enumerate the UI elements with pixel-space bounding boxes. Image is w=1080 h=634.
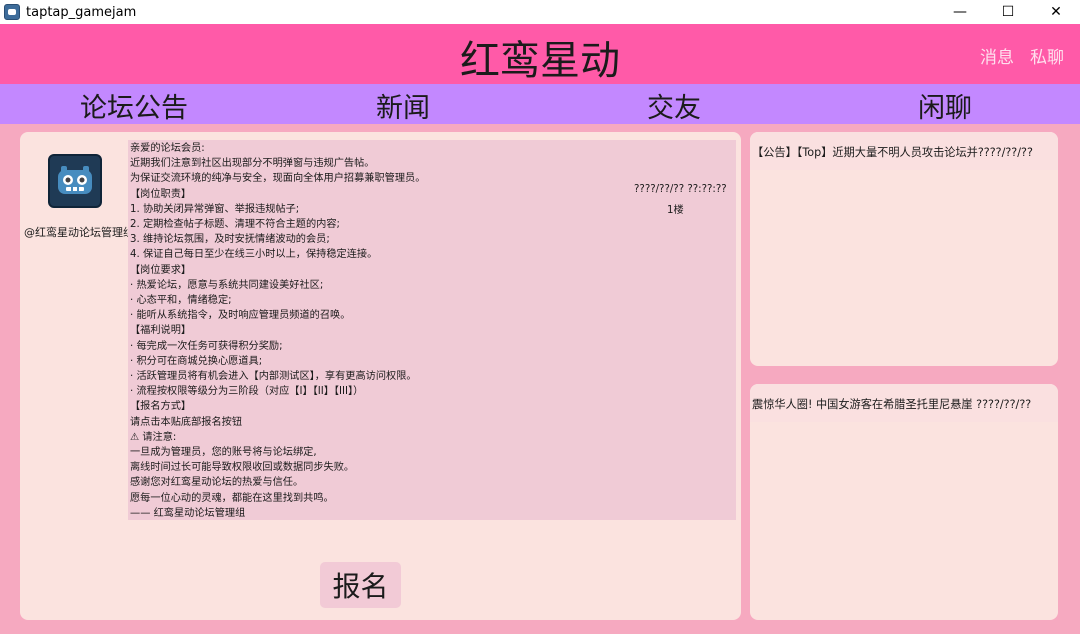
nav-item-dating[interactable]: 交友 — [647, 86, 701, 125]
post-line: —— 红鸾星动论坛管理组 — [130, 507, 246, 519]
avatar — [48, 154, 102, 208]
post-line: · 流程按权限等级分为三阶段（对应【I】【II】【III】） — [130, 386, 364, 398]
news-panel: 震惊华人圈! 中国女游客在希腊圣托里尼悬崖 ????/??/?? — [750, 384, 1058, 620]
post-line: · 能听从系统指令，及时响应管理员频道的召唤。 — [130, 310, 351, 322]
post-line: 亲爱的论坛会员: — [130, 143, 205, 154]
site-title: 红鸾星动 — [460, 38, 620, 84]
minimize-button[interactable]: — — [936, 0, 984, 24]
post-line: 【岗位要求】 — [130, 264, 192, 276]
forum-nav: 论坛公告 新闻 交友 闲聊 — [0, 84, 1080, 124]
content-area: @红鸾星动论坛管理组 亲爱的论坛会员: 近期我们注意到社区出现部分不明弹窗与违规… — [0, 124, 1080, 634]
site-header: 红鸾星动 消息 私聊 — [0, 24, 1080, 84]
post-line: 请点击本贴底部报名按钮 — [130, 416, 243, 428]
post-timestamp: ????/??/?? ??:??:?? — [634, 184, 727, 195]
post-line: · 每完成一次任务可获得积分奖励; — [130, 340, 283, 352]
post-author: @红鸾星动论坛管理组 — [24, 226, 134, 239]
maximize-button[interactable]: ☐ — [984, 0, 1032, 24]
post-body: 亲爱的论坛会员: 近期我们注意到社区出现部分不明弹窗与违规广告帖。 为保证交流环… — [128, 140, 736, 520]
window-controls: — ☐ ✕ — [936, 0, 1080, 24]
post-floor: 1楼 — [667, 205, 684, 216]
post-line: · 心态平和，情绪稳定; — [130, 295, 232, 307]
post-line: 【报名方式】 — [130, 401, 192, 413]
post-line: ⚠ 请注意: — [130, 431, 177, 443]
nav-item-announcements[interactable]: 论坛公告 — [80, 86, 188, 125]
close-button[interactable]: ✕ — [1032, 0, 1080, 24]
nav-item-news[interactable]: 新闻 — [376, 86, 430, 125]
window-title: taptap_gamejam — [26, 4, 137, 20]
apply-button[interactable]: 报名 — [320, 562, 401, 608]
announcement-item[interactable]: 【公告】【Top】近期大量不明人员攻击论坛并????/??/?? — [750, 132, 1058, 170]
post-line: · 活跃管理员将有机会进入【内部测试区】，享有更高访问权限。 — [130, 371, 417, 383]
post-line: 1. 协助关闭异常弹窗、举报违规帖子; — [130, 203, 300, 215]
post-line: 近期我们注意到社区出现部分不明弹窗与违规广告帖。 — [130, 158, 375, 170]
messages-link[interactable]: 消息 — [980, 43, 1014, 68]
post-line: 愿每一位心动的灵魂，都能在这里找到共鸣。 — [130, 492, 334, 504]
post-line: 2. 定期检查帖子标题、清理不符合主题的内容; — [130, 219, 340, 231]
post-line: 一旦成为管理员，您的账号将与论坛绑定, — [130, 447, 317, 459]
post-line: 【福利说明】 — [130, 325, 192, 337]
window-titlebar: taptap_gamejam — ☐ ✕ — [0, 0, 1080, 24]
private-chat-link[interactable]: 私聊 — [1030, 43, 1064, 68]
post-line: · 热爱论坛，愿意与系统共同建设美好社区; — [130, 279, 324, 291]
post-panel: @红鸾星动论坛管理组 亲爱的论坛会员: 近期我们注意到社区出现部分不明弹窗与违规… — [20, 132, 741, 620]
post-line: · 积分可在商城兑换心愿道具; — [130, 355, 263, 367]
post-line: 离线时间过长可能导致权限收回或数据同步失败。 — [130, 462, 355, 474]
announcement-panel: 【公告】【Top】近期大量不明人员攻击论坛并????/??/?? — [750, 132, 1058, 366]
nav-item-chat[interactable]: 闲聊 — [918, 86, 972, 125]
post-line: 4. 保证自己每日至少在线三小时以上，保持稳定连接。 — [130, 249, 378, 261]
post-line: 感谢您对红鸾星动论坛的热爱与信任。 — [130, 477, 304, 489]
header-links: 消息 私聊 — [980, 43, 1064, 68]
godot-robot-icon — [58, 166, 92, 194]
godot-app-icon — [4, 4, 20, 20]
news-item[interactable]: 震惊华人圈! 中国女游客在希腊圣托里尼悬崖 ????/??/?? — [750, 384, 1058, 422]
post-line: 3. 维持论坛氛围，及时安抚情绪波动的会员; — [130, 234, 330, 246]
